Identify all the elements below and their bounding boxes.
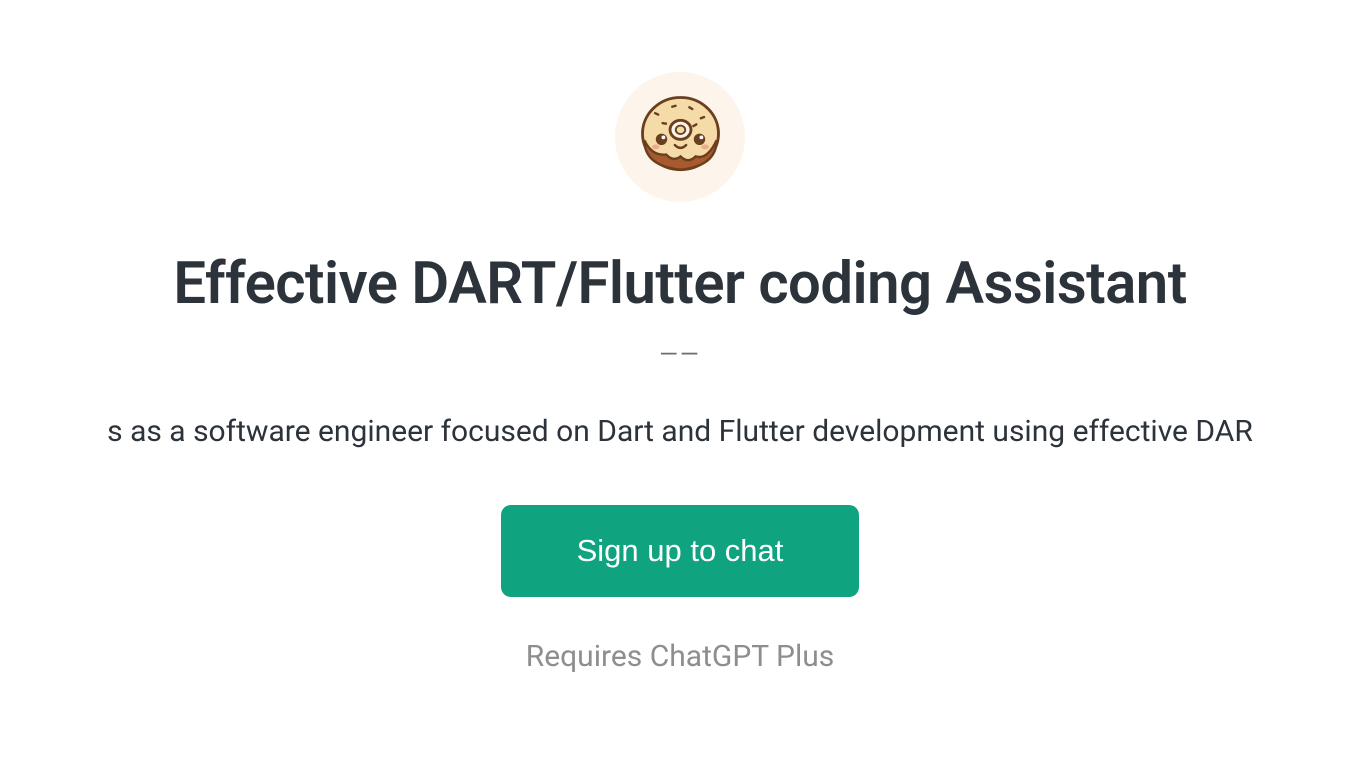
- signup-button[interactable]: Sign up to chat: [501, 505, 860, 597]
- divider: ——: [659, 340, 700, 368]
- avatar-container: [615, 72, 745, 202]
- page-title: Effective DART/Flutter coding Assistant: [173, 250, 1186, 318]
- donut-icon: [633, 88, 728, 187]
- requires-plus-text: Requires ChatGPT Plus: [526, 639, 835, 674]
- description-text: s as a software engineer focused on Dart…: [107, 414, 1253, 449]
